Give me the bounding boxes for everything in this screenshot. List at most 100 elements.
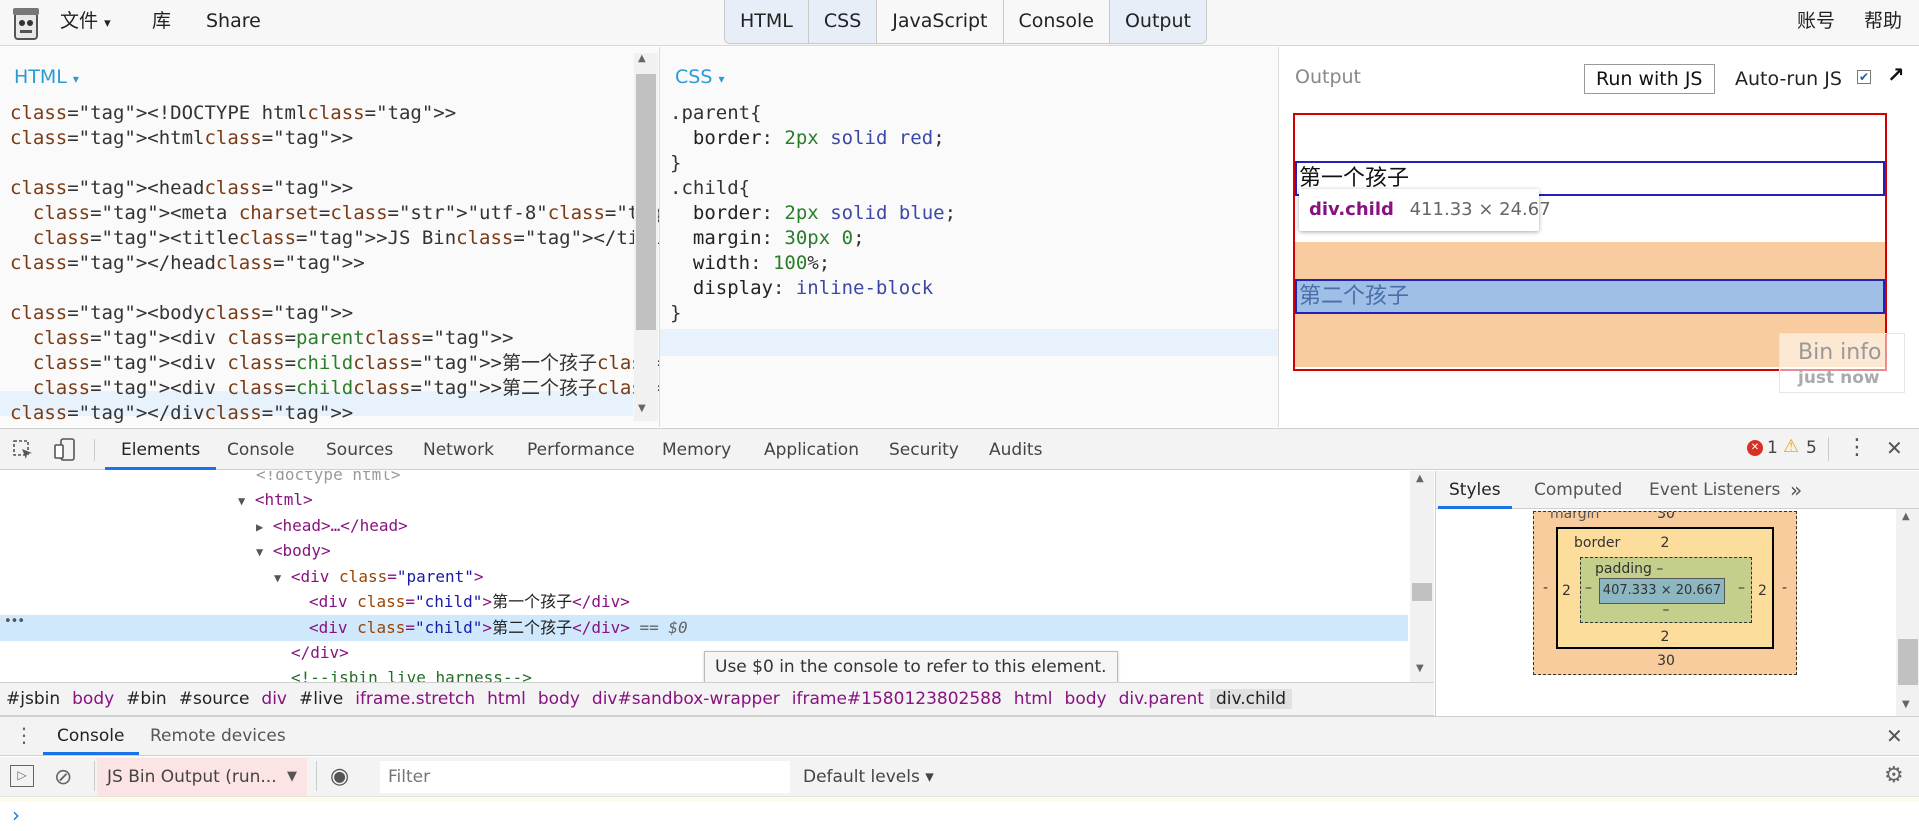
scrollbar-thumb[interactable] (1898, 639, 1918, 685)
breadcrumb-item[interactable]: div#sandbox-wrapper (586, 689, 786, 709)
expand-arrow-icon[interactable]: ▼ (274, 571, 281, 585)
expand-arrow-icon[interactable]: ▼ (256, 545, 263, 559)
live-expression-eye-icon[interactable]: ◉ (330, 764, 349, 789)
body-node[interactable]: ▼ <body> (256, 538, 331, 566)
menu-account[interactable]: 账号 (1797, 0, 1835, 46)
console-prompt-icon[interactable]: › (12, 803, 20, 827)
devtools-more-icon[interactable]: ⋮ (1846, 435, 1868, 460)
console-sidebar-icon[interactable]: ▷ (10, 765, 34, 787)
devtools-tab-performance[interactable]: Performance (527, 429, 635, 470)
second-child-box[interactable]: 第二个孩子 (1295, 279, 1885, 314)
child2-node[interactable]: <div class="child">第二个孩子</div> == $0 (309, 615, 688, 641)
breadcrumb-item[interactable]: #jsbin (0, 689, 66, 709)
tab-css[interactable]: CSS (808, 0, 878, 43)
menu-file[interactable]: 文件 ▾ (60, 0, 111, 46)
context-selector[interactable]: JS Bin Output (run... ▼ (97, 758, 307, 796)
styles-more-icon[interactable]: » (1782, 471, 1810, 509)
console-drawer: ⋮ Console Remote devices ✕ ▷ ⊘ JS Bin Ou… (0, 716, 1919, 831)
devtools-tab-elements[interactable]: Elements (105, 429, 217, 470)
boxmodel-margin[interactable]: margin 30 30 - - border 2 2 2 2 padding … (1533, 511, 1797, 675)
css-pane-title[interactable]: CSS ▾ (675, 66, 724, 88)
styles-tab-computed[interactable]: Computed (1523, 471, 1633, 509)
parent-div-node[interactable]: ▼ <div class="parent"> (274, 564, 484, 592)
closing-div-node[interactable]: </div> (291, 640, 349, 666)
bin-info-badge[interactable]: Bin info just now (1779, 333, 1905, 393)
devtools-tab-console[interactable]: Console (227, 429, 295, 470)
styles-tab-event-listeners[interactable]: Event Listeners (1638, 471, 1791, 509)
scroll-up-icon[interactable]: ▲ (638, 53, 646, 64)
devtools-tab-application[interactable]: Application (764, 429, 859, 470)
elements-scrollbar[interactable]: ▲ ▼ (1410, 471, 1434, 682)
breadcrumb-item[interactable]: #source (173, 689, 256, 709)
autorun-checkbox[interactable]: ✔ (1857, 70, 1871, 84)
breadcrumb-item[interactable]: html (1008, 689, 1059, 709)
head-node[interactable]: ▶ <head>…</head> (256, 513, 408, 541)
menu-share[interactable]: Share (206, 0, 261, 46)
css-editor-pane: CSS ▾ .parent{ border: 2px solid red; } … (660, 47, 1278, 427)
boxmodel-padding[interactable]: padding – – – – 407.333 × 20.667 (1580, 557, 1752, 623)
boxmodel-content[interactable]: 407.333 × 20.667 (1599, 578, 1725, 604)
tab-html[interactable]: HTML (725, 0, 809, 43)
default-levels-dropdown[interactable]: Default levels ▾ (803, 767, 934, 787)
html-pane-title[interactable]: HTML ▾ (14, 66, 79, 88)
collapse-arrow-icon[interactable]: ▶ (256, 520, 263, 534)
scrollbar-thumb[interactable] (636, 74, 656, 330)
console-filter-input[interactable] (380, 761, 790, 793)
scroll-down-icon[interactable]: ▼ (1902, 699, 1910, 710)
console-settings-gear-icon[interactable]: ⚙ (1884, 763, 1904, 788)
bin-info-time: just now (1798, 368, 1880, 388)
menu-help[interactable]: 帮助 (1864, 0, 1902, 46)
breadcrumb-item[interactable]: iframe.stretch (349, 689, 481, 709)
devtools-tab-security[interactable]: Security (889, 429, 959, 470)
devtools-tab-network[interactable]: Network (423, 429, 494, 470)
menu-library[interactable]: 库 (152, 0, 171, 46)
breadcrumb-item[interactable]: iframe#1580123802588 (786, 689, 1008, 709)
node-actions-icon[interactable]: ••• (4, 614, 25, 629)
boxmodel-border[interactable]: border 2 2 2 2 padding – – – – 407.333 ×… (1556, 527, 1774, 649)
styles-scrollbar[interactable]: ▲ ▼ (1896, 509, 1919, 716)
breadcrumb-item[interactable]: div.parent (1113, 689, 1210, 709)
tab-output[interactable]: Output (1109, 0, 1206, 43)
devtools-tab-memory[interactable]: Memory (662, 429, 731, 470)
breadcrumb-item[interactable]: div (255, 689, 293, 709)
inspect-element-icon[interactable] (12, 439, 34, 461)
run-with-js-button[interactable]: Run with JS (1584, 64, 1715, 94)
child1-node[interactable]: <div class="child">第一个孩子</div> (309, 589, 630, 615)
breadcrumb-item[interactable]: body (66, 689, 120, 709)
tab-javascript[interactable]: JavaScript (877, 0, 1004, 43)
breadcrumb-item[interactable]: body (1059, 689, 1113, 709)
scroll-down-icon[interactable]: ▼ (1416, 663, 1424, 674)
breadcrumb-item[interactable]: #bin (120, 689, 173, 709)
breadcrumb-item[interactable]: #live (293, 689, 349, 709)
tab-console[interactable]: Console (1003, 0, 1110, 43)
breadcrumb-item[interactable]: body (532, 689, 586, 709)
comment-node[interactable]: <!--jsbin live harness--> (291, 665, 532, 682)
popout-icon[interactable]: ↗ (1887, 63, 1905, 87)
error-count[interactable]: 1 (1767, 438, 1778, 458)
console-warning-strip (0, 798, 1919, 802)
devtools-tab-sources[interactable]: Sources (326, 429, 393, 470)
expand-arrow-icon[interactable]: ▼ (238, 494, 245, 508)
scroll-up-icon[interactable]: ▲ (1902, 511, 1910, 522)
console-clear-icon[interactable]: ⊘ (54, 765, 72, 790)
scroll-up-icon[interactable]: ▲ (1416, 473, 1424, 484)
drawer-menu-icon[interactable]: ⋮ (14, 723, 34, 747)
breadcrumb-item-current[interactable]: div.child (1209, 689, 1292, 709)
html-node[interactable]: ▼ <html> (238, 487, 313, 515)
breadcrumb-item[interactable]: html (481, 689, 532, 709)
drawer-close-icon[interactable]: ✕ (1886, 724, 1903, 748)
warning-count[interactable]: 5 (1806, 438, 1817, 458)
console-tab-remote-devices[interactable]: Remote devices (136, 717, 300, 755)
devtools-close-icon[interactable]: ✕ (1886, 436, 1903, 460)
scrollbar-thumb[interactable] (1412, 583, 1432, 601)
console-tab-console[interactable]: Console (43, 717, 139, 755)
context-caret-icon: ▼ (287, 769, 297, 784)
devtools-tab-audits[interactable]: Audits (989, 429, 1042, 470)
scroll-down-icon[interactable]: ▼ (638, 403, 646, 414)
doctype-node[interactable]: <!doctype html> (256, 471, 401, 488)
html-editor-scrollbar[interactable]: ▲ ▼ (634, 53, 658, 421)
toolbar-divider (316, 761, 317, 791)
device-toolbar-icon[interactable] (54, 438, 76, 462)
styles-tab-styles[interactable]: Styles (1438, 471, 1512, 509)
css-code[interactable]: .parent{ border: 2px solid red; } .child… (670, 101, 956, 326)
